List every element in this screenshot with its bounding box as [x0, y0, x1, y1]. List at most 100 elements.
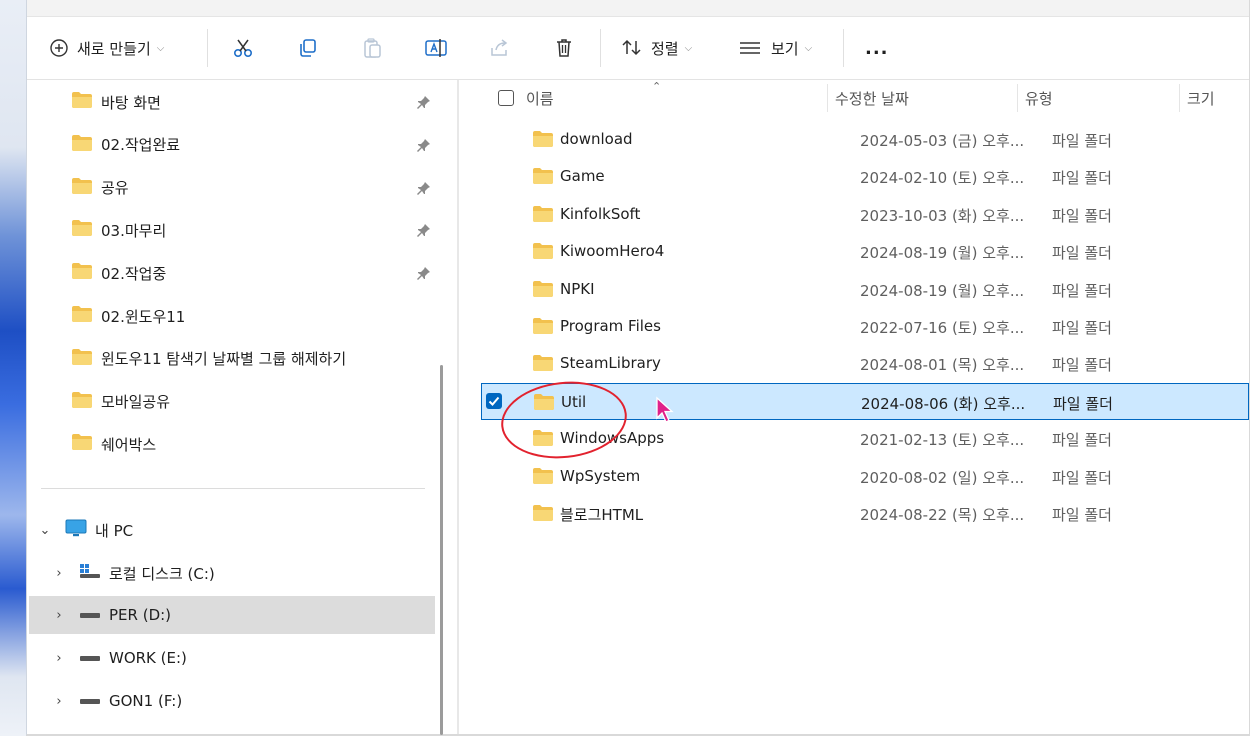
file-type: 파일 폴더: [1052, 206, 1112, 225]
rename-button[interactable]: [424, 29, 448, 67]
pin-icon[interactable]: [417, 137, 431, 156]
quick-access-item[interactable]: 02.윈도우11: [71, 302, 185, 330]
quick-access-item[interactable]: 공유: [71, 174, 129, 202]
quick-access-item[interactable]: 윈도우11 탐색기 날짜별 그룹 해제하기: [71, 345, 346, 373]
file-row[interactable]: 블로그HTML 2024-08-22 (목) 오후... 파일 폴더: [459, 495, 1249, 532]
quick-access-item[interactable]: 모바일공유: [71, 388, 170, 416]
file-row[interactable]: SteamLibrary 2024-08-01 (목) 오후... 파일 폴더: [459, 345, 1249, 382]
quick-access-label: 02.작업완료: [101, 136, 181, 155]
tree-item-drive-e[interactable]: › WORK (E:): [51, 639, 187, 677]
folder-icon: [71, 391, 93, 413]
copy-button[interactable]: [297, 29, 319, 67]
column-header-size[interactable]: 크기: [1187, 88, 1215, 109]
file-row[interactable]: download 2024-05-03 (금) 오후... 파일 폴더: [459, 121, 1249, 158]
quick-access-label: 02.작업중: [101, 264, 167, 283]
file-name: 블로그HTML: [560, 506, 644, 524]
monitor-icon: [65, 518, 87, 542]
quick-access-label: 모바일공유: [101, 393, 171, 412]
plus-circle-icon: [49, 38, 69, 58]
list-view-icon: [739, 40, 761, 56]
more-options-button[interactable]: ...: [865, 29, 889, 67]
mouse-pointer-icon: [655, 396, 675, 428]
column-header-type[interactable]: 유형: [1025, 88, 1053, 109]
folder-icon: [532, 205, 554, 227]
file-row[interactable]: Game 2024-02-10 (토) 오후... 파일 폴더: [459, 158, 1249, 195]
tree-item-drive-c[interactable]: › 로컬 디스크 (C:): [51, 554, 431, 592]
column-divider[interactable]: [1179, 84, 1180, 112]
file-name: Program Files: [560, 317, 661, 335]
pin-icon[interactable]: [417, 265, 431, 284]
chevron-down-icon: ⌵: [156, 42, 165, 54]
file-row[interactable]: Program Files 2022-07-16 (토) 오후... 파일 폴더: [459, 308, 1249, 345]
chevron-right-icon: ›: [56, 650, 62, 666]
chevron-down-icon: ⌄: [39, 522, 51, 538]
select-all-checkbox[interactable]: [498, 90, 514, 106]
cut-button[interactable]: [232, 29, 254, 67]
toolbar-divider: [600, 29, 601, 67]
file-date: 2024-08-06 (화) 오후...: [861, 394, 1026, 413]
quick-access-label: 쉐어박스: [101, 435, 157, 454]
drive-icon: [79, 692, 101, 710]
quick-access-item[interactable]: 쉐어박스: [71, 430, 156, 458]
file-name: Game: [560, 167, 605, 186]
folder-icon: [71, 134, 93, 156]
chevron-right-icon: ›: [56, 565, 62, 581]
tree-item-drive-f[interactable]: › GON1 (F:): [51, 682, 182, 720]
quick-access-label: 윈도우11 탐색기 날짜별 그룹 해제하기: [101, 350, 347, 369]
tree-item-drive-d[interactable]: › PER (D:): [29, 596, 435, 634]
quick-access-item[interactable]: 03.마무리: [71, 216, 166, 244]
file-name: download: [560, 130, 633, 148]
file-row[interactable]: KiwoomHero4 2024-08-19 (월) 오후... 파일 폴더: [459, 233, 1249, 270]
column-header-name[interactable]: 이름: [526, 88, 554, 109]
folder-icon: [532, 280, 554, 302]
row-checkbox-checked[interactable]: [486, 392, 502, 409]
folder-icon: [71, 219, 93, 241]
windows-drive-icon: [79, 563, 101, 583]
quick-access-label: 공유: [101, 179, 129, 198]
quick-access-label: 02.윈도우11: [101, 307, 186, 326]
share-button[interactable]: [488, 29, 510, 67]
folder-icon: [71, 91, 93, 113]
scissors-icon: [232, 37, 254, 59]
file-date: 2024-02-10 (토) 오후...: [860, 169, 1025, 188]
pin-icon[interactable]: [417, 222, 431, 241]
file-row[interactable]: WpSystem 2020-08-02 (일) 오후... 파일 폴더: [459, 458, 1249, 495]
paste-button[interactable]: [361, 29, 383, 67]
file-row[interactable]: KinfolkSoft 2023-10-03 (화) 오후... 파일 폴더: [459, 196, 1249, 233]
new-button[interactable]: 새로 만들기 ⌵: [49, 29, 164, 67]
nav-divider: [41, 488, 425, 489]
nav-scrollbar[interactable]: [440, 365, 443, 735]
trash-icon: [553, 37, 575, 59]
folder-icon: [71, 262, 93, 284]
column-divider[interactable]: [1017, 84, 1018, 112]
sort-button[interactable]: 정렬 ⌵: [621, 29, 692, 67]
file-date: 2024-08-19 (월) 오후...: [860, 281, 1025, 300]
column-divider[interactable]: [827, 84, 828, 112]
clipboard-icon: [361, 37, 383, 59]
pin-icon[interactable]: [417, 94, 431, 113]
column-header-date[interactable]: 수정한 날짜: [835, 88, 909, 109]
file-type: 파일 폴더: [1052, 319, 1112, 337]
quick-access-item[interactable]: 02.작업중: [71, 259, 166, 287]
view-button[interactable]: 보기 ⌵: [739, 29, 812, 67]
file-date: 2024-05-03 (금) 오후...: [860, 132, 1025, 150]
delete-button[interactable]: [553, 29, 575, 67]
quick-access-item[interactable]: 02.작업완료: [71, 131, 180, 159]
tree-item-this-pc[interactable]: ⌄ 내 PC: [37, 511, 133, 549]
command-bar: 새로 만들기 ⌵ 정렬 ⌵ 보기 ⌵ ...: [27, 17, 1249, 80]
toolbar-divider: [207, 29, 208, 67]
file-type: 파일 폴더: [1052, 244, 1112, 263]
file-date: 2024-08-22 (목) 오후...: [860, 506, 1025, 524]
file-type: 파일 폴더: [1052, 431, 1112, 450]
file-row[interactable]: NPKI 2024-08-19 (월) 오후... 파일 폴더: [459, 271, 1249, 308]
tree-item-label: 내 PC: [95, 521, 134, 540]
file-name: SteamLibrary: [560, 354, 661, 373]
copy-icon: [297, 37, 319, 59]
file-name: KiwoomHero4: [560, 242, 665, 261]
file-name: KinfolkSoft: [560, 204, 641, 223]
share-icon: [488, 37, 510, 59]
folder-icon: [71, 433, 93, 455]
pin-icon[interactable]: [417, 180, 431, 199]
folder-icon: [532, 354, 554, 376]
quick-access-item[interactable]: 바탕 화면: [71, 88, 161, 116]
